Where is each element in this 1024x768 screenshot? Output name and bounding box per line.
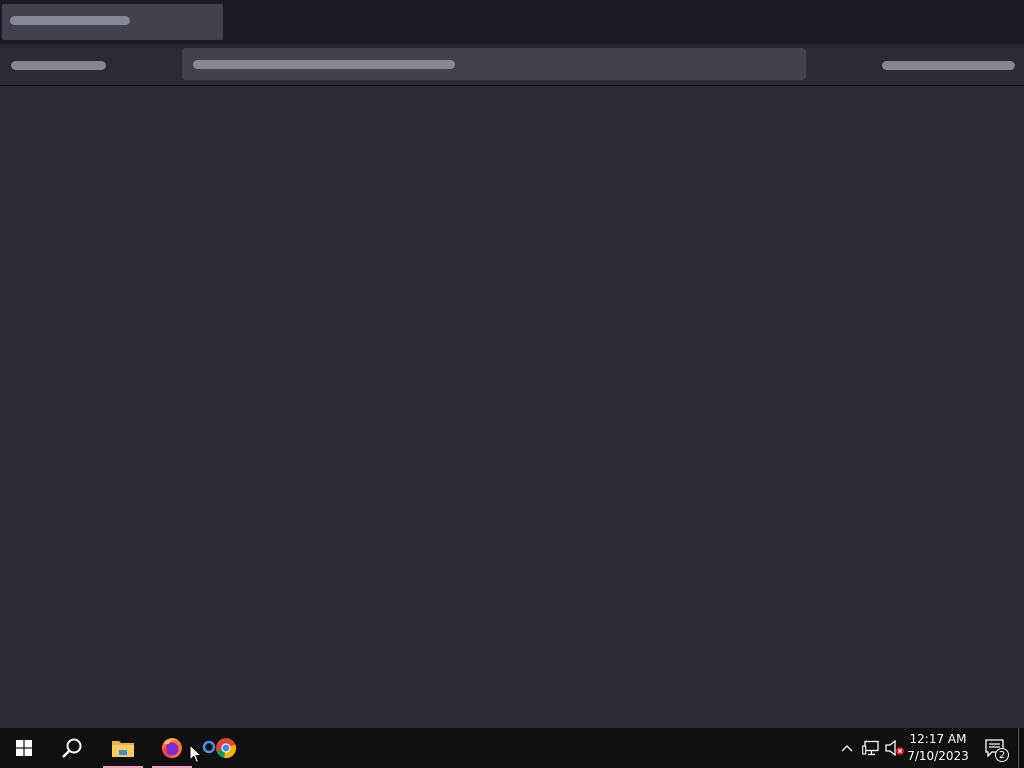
page-content — [0, 86, 1024, 728]
show-desktop-button[interactable] — [1018, 728, 1019, 768]
network-icon — [862, 740, 879, 756]
taskbar: 12:17 AM 7/10/2023 2 — [0, 728, 1024, 768]
chrome-button[interactable] — [196, 728, 244, 768]
address-bar[interactable] — [182, 48, 806, 80]
tab-title-placeholder — [10, 16, 130, 25]
browser-window — [0, 0, 1024, 728]
toolbar-buttons-placeholder — [882, 61, 1015, 70]
nav-buttons-placeholder — [11, 61, 106, 70]
browser-tab[interactable] — [2, 4, 223, 40]
chrome-icon — [202, 738, 237, 759]
clock-date: 7/10/2023 — [907, 749, 969, 763]
firefox-icon — [162, 738, 182, 758]
navigation-toolbar — [0, 44, 1024, 86]
folder-icon — [112, 741, 134, 757]
notification-count-badge: 2 — [995, 748, 1009, 762]
search-icon — [62, 738, 82, 758]
network-status[interactable] — [860, 728, 882, 768]
chevron-up-icon — [841, 745, 853, 752]
volume-control[interactable] — [884, 728, 906, 768]
system-clock[interactable]: 12:17 AM 7/10/2023 — [906, 728, 970, 768]
clock-time: 12:17 AM — [909, 732, 967, 746]
mouse-cursor-icon — [189, 744, 203, 764]
windows-logo-icon — [16, 740, 32, 756]
tab-strip — [0, 0, 1024, 44]
start-button[interactable] — [0, 728, 48, 768]
search-button[interactable] — [48, 728, 96, 768]
action-center-button[interactable]: 2 — [978, 728, 1012, 768]
show-hidden-icons-button[interactable] — [836, 728, 858, 768]
volume-muted-icon — [885, 740, 904, 756]
file-explorer-button[interactable] — [99, 728, 147, 768]
address-placeholder — [193, 60, 455, 69]
